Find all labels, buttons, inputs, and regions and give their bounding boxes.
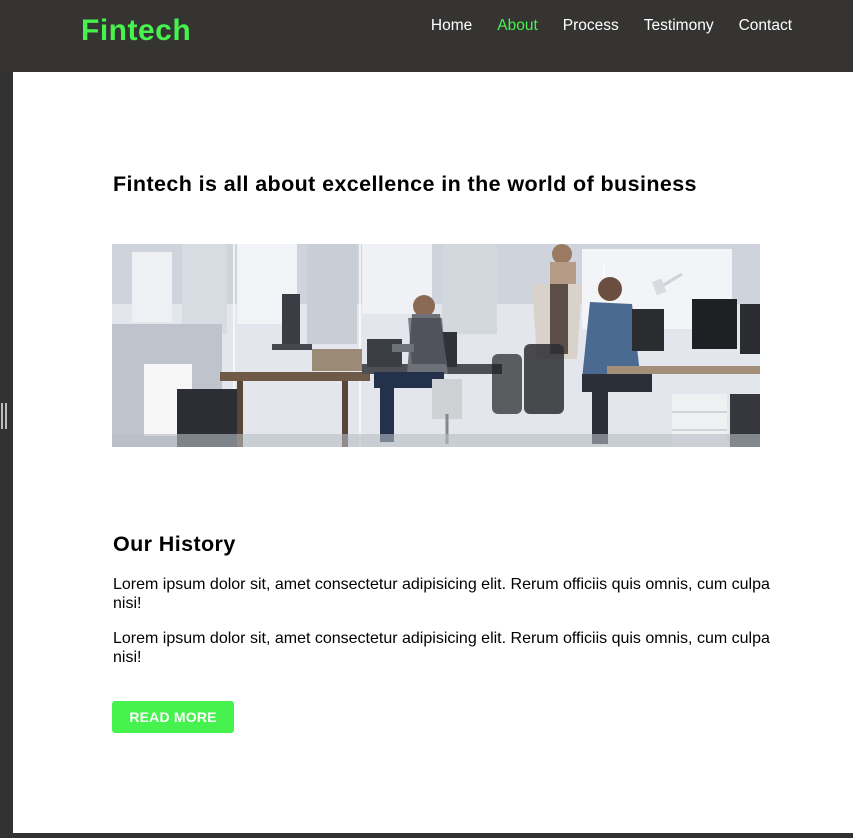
nav-item-process: Process: [563, 17, 619, 35]
nav-link-about[interactable]: About: [497, 17, 538, 34]
history-title: Our History: [113, 532, 236, 556]
resize-handle[interactable]: [0, 403, 8, 429]
nav-link-testimony[interactable]: Testimony: [644, 17, 714, 34]
brand-logo[interactable]: Fintech: [81, 14, 191, 48]
nav-item-testimony: Testimony: [644, 17, 714, 35]
nav-item-about: About: [497, 17, 538, 35]
about-headline: Fintech is all about excellence in the w…: [113, 172, 697, 196]
main-nav: Home About Process Testimony Contact: [406, 17, 792, 35]
read-more-button[interactable]: READ MORE: [112, 701, 234, 733]
about-section: Fintech is all about excellence in the w…: [13, 72, 853, 833]
history-paragraph: Lorem ipsum dolor sit, amet consectetur …: [113, 576, 770, 612]
nav-link-process[interactable]: Process: [563, 17, 619, 34]
nav-link-home[interactable]: Home: [431, 17, 472, 34]
nav-item-contact: Contact: [739, 17, 792, 35]
nav-item-home: Home: [431, 17, 472, 35]
navbar: Fintech Home About Process Testimony Con…: [0, 0, 853, 72]
history-paragraph: Lorem ipsum dolor sit, amet consectetur …: [113, 630, 770, 666]
office-team-photo: [112, 244, 760, 447]
nav-link-contact[interactable]: Contact: [739, 17, 792, 34]
